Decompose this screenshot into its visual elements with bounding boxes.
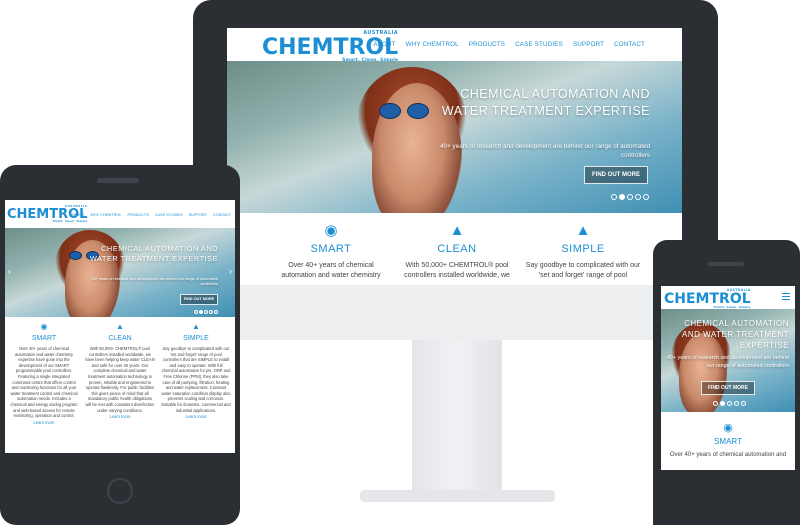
desktop-header: AUSTRALIA CHEMTROL Smart. Clean. Simple …: [227, 28, 682, 63]
tablet-nav: ABOUT WHY CHEMTROL PRODUCTS CASE STUDIES…: [71, 213, 231, 217]
hero-banner: ‹ › CHEMICAL AUTOMATION AND WATER TREATM…: [5, 228, 235, 317]
carousel-dot[interactable]: [734, 401, 739, 406]
phone-screen: AUSTRALIA CHEMTROL Smart. Clean. Simple …: [661, 286, 795, 470]
thumbs-up-icon: ▲: [575, 222, 591, 239]
phone-speaker: [708, 262, 744, 266]
find-out-more-button[interactable]: FIND OUT MORE: [180, 294, 218, 305]
carousel-dot[interactable]: [214, 310, 218, 314]
carousel-dot[interactable]: [611, 194, 617, 200]
nav-why-chemtrol[interactable]: WHY CHEMTROL: [90, 213, 121, 217]
feature-smart: ◉ SMART Over 40+ years of chemical autom…: [9, 322, 79, 425]
feature-desc: Over 40+ years of chemical automation an…: [10, 346, 78, 419]
feature-title: SMART: [714, 437, 742, 446]
hero-headline: CHEMICAL AUTOMATION AND WATER TREATMENT …: [441, 87, 650, 118]
hero-headline: CHEMICAL AUTOMATION AND WATER TREATMENT …: [682, 319, 789, 350]
carousel-dot[interactable]: [194, 310, 198, 314]
learn-more-link[interactable]: Learn more: [9, 420, 79, 425]
feature-desc: Over 40+ years of chemical automation an…: [669, 452, 787, 458]
carousel-prev-icon[interactable]: ‹: [8, 266, 11, 276]
feature-smart: ◉ SMART Over 40+ years of chemical autom…: [661, 412, 795, 458]
nav-contact[interactable]: CONTACT: [213, 213, 231, 217]
hero-banner: CHEMICAL AUTOMATION AND WATER TREATMENT …: [661, 309, 795, 412]
carousel-dot-active[interactable]: [619, 194, 625, 200]
monitor-chin: [193, 285, 718, 340]
find-out-more-button[interactable]: FIND OUT MORE: [701, 381, 755, 395]
phone-header: AUSTRALIA CHEMTROL Smart. Clean. Simple: [661, 286, 795, 309]
hero-subtext: 40+ years of research and development ar…: [91, 277, 218, 286]
flask-icon: ▲: [449, 222, 465, 239]
lightbulb-icon: ◉: [723, 422, 733, 434]
feature-clean: ▲ CLEAN With 50,000+ CHEMTROL® pool cont…: [398, 223, 516, 281]
feature-smart: ◉ SMART Over 40+ years of chemical autom…: [272, 223, 390, 281]
learn-more-link[interactable]: Learn more: [85, 414, 155, 419]
desktop-screen: AUSTRALIA CHEMTROL Smart. Clean. Simple …: [227, 28, 682, 285]
feature-desc: With 50,000+ CHEMTROL® pool controllers …: [404, 262, 510, 279]
hero-banner: CHEMICAL AUTOMATION AND WATER TREATMENT …: [227, 61, 682, 213]
lightbulb-icon: ◉: [324, 222, 338, 239]
hero-photo-sunglasses-left: [379, 103, 401, 119]
feature-title: SIMPLE: [183, 335, 209, 342]
hero-photo-sunglasses-left: [69, 251, 82, 260]
desktop-nav: ABOUT WHY CHEMTROL PRODUCTS CASE STUDIES…: [373, 41, 645, 48]
carousel-dot[interactable]: [635, 194, 641, 200]
feature-title: SIMPLE: [561, 243, 605, 255]
hamburger-menu-icon[interactable]: [782, 293, 790, 302]
nav-why-chemtrol[interactable]: WHY CHEMTROL: [406, 41, 459, 48]
feature-title: SMART: [31, 335, 57, 342]
tablet-header: AUSTRALIA CHEMTROL Smart. Clean. Simple …: [5, 200, 235, 228]
feature-simple: ▲ SIMPLE Say goodbye to complicated with…: [524, 223, 642, 281]
tablet-features: ◉ SMART Over 40+ years of chemical autom…: [5, 317, 235, 425]
nav-case-studies[interactable]: CASE STUDIES: [515, 41, 563, 48]
feature-title: CLEAN: [437, 243, 477, 255]
nav-support[interactable]: SUPPORT: [573, 41, 604, 48]
monitor-stand-base: [360, 490, 555, 502]
carousel-dot[interactable]: [627, 194, 633, 200]
feature-desc: With 50,000+ CHEMTROL® pool controllers …: [85, 346, 155, 413]
hero-headline: CHEMICAL AUTOMATION AND WATER TREATMENT …: [89, 244, 218, 263]
carousel-next-icon[interactable]: ›: [229, 266, 232, 276]
flask-icon: ▲: [116, 322, 124, 331]
carousel-dot-active[interactable]: [199, 310, 203, 314]
nav-case-studies[interactable]: CASE STUDIES: [155, 213, 183, 217]
carousel-dot[interactable]: [727, 401, 732, 406]
tablet-home-button: [107, 478, 133, 504]
carousel-dot[interactable]: [713, 401, 718, 406]
hero-carousel-dots: [611, 194, 649, 200]
feature-desc: Say goodbye to complicated with our 'set…: [525, 262, 641, 279]
nav-about[interactable]: ABOUT: [373, 41, 395, 48]
carousel-dot[interactable]: [209, 310, 213, 314]
tablet-screen: AUSTRALIA CHEMTROL Smart. Clean. Simple …: [5, 200, 235, 453]
carousel-dot[interactable]: [204, 310, 208, 314]
nav-products[interactable]: PRODUCTS: [127, 213, 148, 217]
nav-about[interactable]: ABOUT: [71, 213, 84, 217]
carousel-dot[interactable]: [741, 401, 746, 406]
learn-more-link[interactable]: Learn more: [161, 414, 231, 419]
desktop-features: ◉ SMART Over 40+ years of chemical autom…: [227, 213, 682, 281]
nav-products[interactable]: PRODUCTS: [469, 41, 505, 48]
thumbs-up-icon: ▲: [192, 322, 200, 331]
feature-clean: ▲ CLEAN With 50,000+ CHEMTROL® pool cont…: [85, 322, 155, 425]
monitor-stand-neck: [412, 340, 502, 500]
carousel-dot[interactable]: [643, 194, 649, 200]
find-out-more-button[interactable]: FIND OUT MORE: [584, 166, 648, 184]
hero-subtext: 40+ years of research and development ar…: [666, 355, 789, 369]
hero-subtext: 40+ years of research and development ar…: [440, 143, 650, 159]
hero-photo-sunglasses-right: [407, 103, 429, 119]
nav-support[interactable]: SUPPORT: [189, 213, 207, 217]
chemtrol-logo[interactable]: AUSTRALIA CHEMTROL Smart. Clean. Simple: [664, 288, 751, 309]
hero-carousel-dots: [713, 401, 746, 406]
feature-simple: ▲ SIMPLE Say goodbye to complicated with…: [161, 322, 231, 425]
hero-carousel-dots: [194, 310, 218, 314]
carousel-dot-active[interactable]: [720, 401, 725, 406]
feature-desc: Over 40+ years of chemical automation an…: [281, 262, 381, 279]
tablet-speaker: [97, 178, 139, 183]
nav-contact[interactable]: CONTACT: [614, 41, 645, 48]
lightbulb-icon: ◉: [40, 322, 48, 331]
feature-desc: Say goodbye to complicated with our 'set…: [161, 346, 231, 413]
feature-title: SMART: [310, 243, 352, 255]
feature-title: CLEAN: [108, 335, 132, 342]
